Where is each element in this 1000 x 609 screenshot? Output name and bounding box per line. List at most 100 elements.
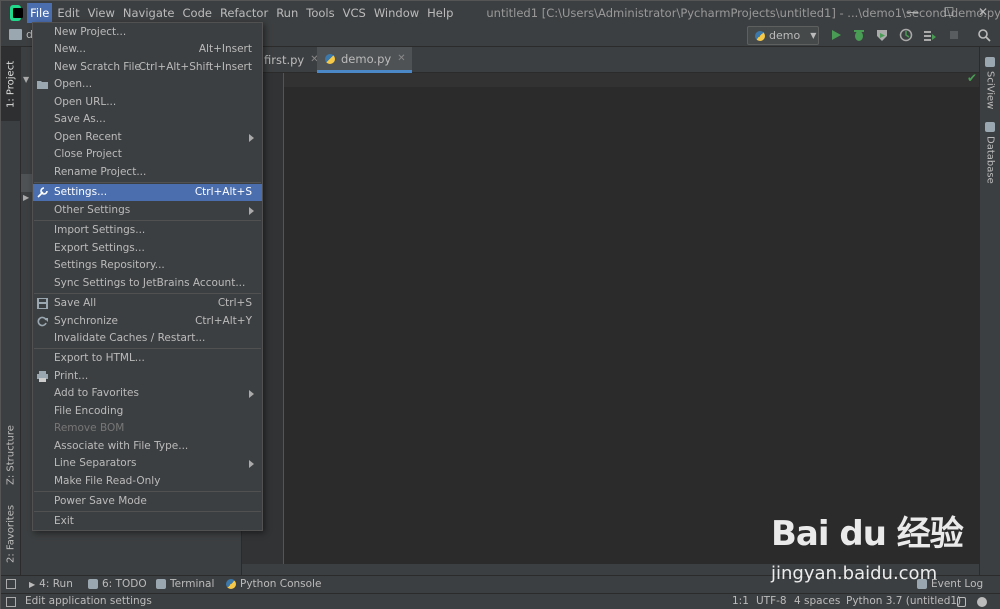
menu-item-associate-file-type[interactable]: Associate with File Type... bbox=[33, 438, 262, 455]
menu-tools[interactable]: Tools bbox=[303, 3, 337, 23]
right-tool-stripe: SciView Database bbox=[979, 47, 1000, 575]
code-editor[interactable] bbox=[242, 73, 979, 564]
run-configuration-label: demo bbox=[769, 29, 801, 42]
tab-project-label: 1: Project bbox=[5, 60, 17, 108]
menu-item-import-settings[interactable]: Import Settings... bbox=[33, 222, 262, 239]
folder-icon bbox=[37, 81, 48, 89]
python-icon bbox=[755, 30, 765, 41]
menu-refactor[interactable]: Refactor bbox=[217, 3, 271, 23]
menu-item-add-to-favorites[interactable]: Add to Favorites bbox=[33, 385, 262, 402]
close-tab-icon[interactable]: ✕ bbox=[397, 46, 405, 72]
menu-vcs[interactable]: VCS bbox=[340, 3, 369, 23]
menu-item-label: Export Settings... bbox=[54, 242, 145, 254]
status-layout-icon[interactable] bbox=[6, 597, 16, 607]
menu-item-new[interactable]: New... Alt+Insert bbox=[33, 41, 262, 58]
menu-item-new-scratch-file[interactable]: New Scratch File Ctrl+Alt+Shift+Insert bbox=[33, 59, 262, 76]
menu-view[interactable]: View bbox=[85, 3, 118, 23]
wrench-icon bbox=[37, 187, 48, 198]
menu-item-new-project[interactable]: New Project... bbox=[33, 24, 262, 41]
menu-item-rename-project[interactable]: Rename Project... bbox=[33, 164, 262, 181]
sync-icon bbox=[37, 316, 48, 327]
indent-setting[interactable]: 4 spaces bbox=[794, 595, 840, 607]
menu-item-sync-settings[interactable]: Sync Settings to JetBrains Account... bbox=[33, 275, 262, 292]
close-button[interactable]: ✕ bbox=[967, 1, 999, 25]
menu-item-save-as[interactable]: Save As... bbox=[33, 111, 262, 128]
tab-first-py[interactable]: first.py ✕ bbox=[256, 47, 325, 73]
menu-item-label: Other Settings bbox=[54, 204, 131, 216]
menu-item-file-encoding[interactable]: File Encoding bbox=[33, 403, 262, 420]
watermark-url: jingyan.baidu.com bbox=[771, 563, 938, 584]
tool-terminal[interactable]: Terminal bbox=[156, 578, 214, 590]
menu-item-open-recent[interactable]: Open Recent bbox=[33, 129, 262, 146]
menu-item-export-settings[interactable]: Export Settings... bbox=[33, 240, 262, 257]
menu-item-other-settings[interactable]: Other Settings bbox=[33, 202, 262, 219]
tab-database[interactable]: Database bbox=[980, 122, 1000, 184]
caret-position[interactable]: 1:1 bbox=[732, 595, 749, 607]
submenu-arrow-icon bbox=[249, 134, 254, 142]
menu-item-line-separators[interactable]: Line Separators bbox=[33, 455, 262, 472]
menu-item-make-read-only[interactable]: Make File Read-Only bbox=[33, 473, 262, 490]
minimize-button[interactable]: — bbox=[897, 1, 929, 25]
run-icon[interactable] bbox=[829, 28, 843, 42]
profile-icon[interactable] bbox=[899, 28, 913, 42]
tool-run-label: 4: Run bbox=[39, 578, 73, 590]
tree-collapse-icon[interactable]: ▼ bbox=[23, 75, 29, 84]
tab-sciview-label: SciView bbox=[984, 71, 996, 110]
debug-icon[interactable] bbox=[852, 28, 866, 42]
baidu-watermark: Bai du 经验 jingyan.baidu.com bbox=[771, 506, 964, 584]
menu-item-print[interactable]: Print... bbox=[33, 368, 262, 385]
menu-item-exit[interactable]: Exit bbox=[33, 513, 262, 530]
menu-item-label: New Scratch File bbox=[54, 61, 141, 73]
tool-python-console[interactable]: Python Console bbox=[226, 578, 321, 590]
panel-layout-icon[interactable] bbox=[6, 579, 16, 589]
menu-item-settings[interactable]: Settings... Ctrl+Alt+S bbox=[33, 184, 262, 201]
inspection-ok-icon[interactable]: ✔ bbox=[967, 71, 977, 85]
menu-item-label: Close Project bbox=[54, 148, 122, 160]
menu-item-invalidate-caches[interactable]: Invalidate Caches / Restart... bbox=[33, 330, 262, 347]
menu-item-open-url[interactable]: Open URL... bbox=[33, 94, 262, 111]
menu-navigate[interactable]: Navigate bbox=[120, 3, 178, 23]
run-configuration-select[interactable]: demo ▼ bbox=[747, 26, 819, 45]
tab-demo-py[interactable]: demo.py ✕ bbox=[317, 47, 412, 73]
menu-run[interactable]: Run bbox=[273, 3, 301, 23]
tab-project[interactable]: 1: Project bbox=[1, 47, 21, 121]
menu-item-label: Synchronize bbox=[54, 315, 119, 327]
menu-item-power-save-mode[interactable]: Power Save Mode bbox=[33, 493, 262, 510]
search-icon[interactable] bbox=[977, 28, 991, 42]
menu-item-label: Export to HTML... bbox=[54, 352, 145, 364]
concurrency-icon[interactable] bbox=[923, 28, 937, 42]
menu-item-close-project[interactable]: Close Project bbox=[33, 146, 262, 163]
tool-run[interactable]: ▶ 4: Run bbox=[29, 578, 73, 590]
menu-item-export-html[interactable]: Export to HTML... bbox=[33, 350, 262, 367]
tab-sciview[interactable]: SciView bbox=[980, 57, 1000, 109]
menu-file[interactable]: File bbox=[27, 3, 53, 23]
tab-favorites[interactable]: 2: Favorites bbox=[1, 499, 21, 569]
menu-help[interactable]: Help bbox=[424, 3, 456, 23]
menu-item-open[interactable]: Open... bbox=[33, 76, 262, 93]
stop-icon[interactable] bbox=[947, 28, 961, 42]
menu-item-label: Rename Project... bbox=[54, 166, 147, 178]
tool-todo[interactable]: 6: TODO bbox=[88, 578, 147, 590]
menu-item-label: Open URL... bbox=[54, 96, 117, 108]
tab-structure[interactable]: Z: Structure bbox=[1, 415, 21, 495]
menu-window[interactable]: Window bbox=[371, 3, 422, 23]
menu-edit[interactable]: Edit bbox=[54, 3, 82, 23]
menu-item-label: File Encoding bbox=[54, 405, 124, 417]
file-encoding[interactable]: UTF-8 bbox=[756, 595, 787, 607]
inspector-icon[interactable] bbox=[977, 597, 987, 607]
menu-separator bbox=[34, 491, 261, 492]
tree-expand-icon[interactable]: ▶ bbox=[23, 193, 29, 202]
current-line-highlight bbox=[284, 73, 979, 87]
menu-code[interactable]: Code bbox=[180, 3, 215, 23]
menu-item-label: Settings Repository... bbox=[54, 259, 165, 271]
menu-item-label: Make File Read-Only bbox=[54, 475, 161, 487]
menu-item-label: Print... bbox=[54, 370, 89, 382]
menu-item-save-all[interactable]: Save All Ctrl+S bbox=[33, 295, 262, 312]
menu-item-synchronize[interactable]: Synchronize Ctrl+Alt+Y bbox=[33, 313, 262, 330]
lock-icon[interactable] bbox=[957, 597, 966, 607]
python-interpreter[interactable]: Python 3.7 (untitled1) bbox=[846, 595, 961, 607]
menu-item-settings-repository[interactable]: Settings Repository... bbox=[33, 257, 262, 274]
maximize-button[interactable]: ☐ bbox=[933, 1, 965, 25]
run-with-coverage-icon[interactable] bbox=[875, 28, 889, 42]
sciview-icon bbox=[985, 57, 995, 67]
